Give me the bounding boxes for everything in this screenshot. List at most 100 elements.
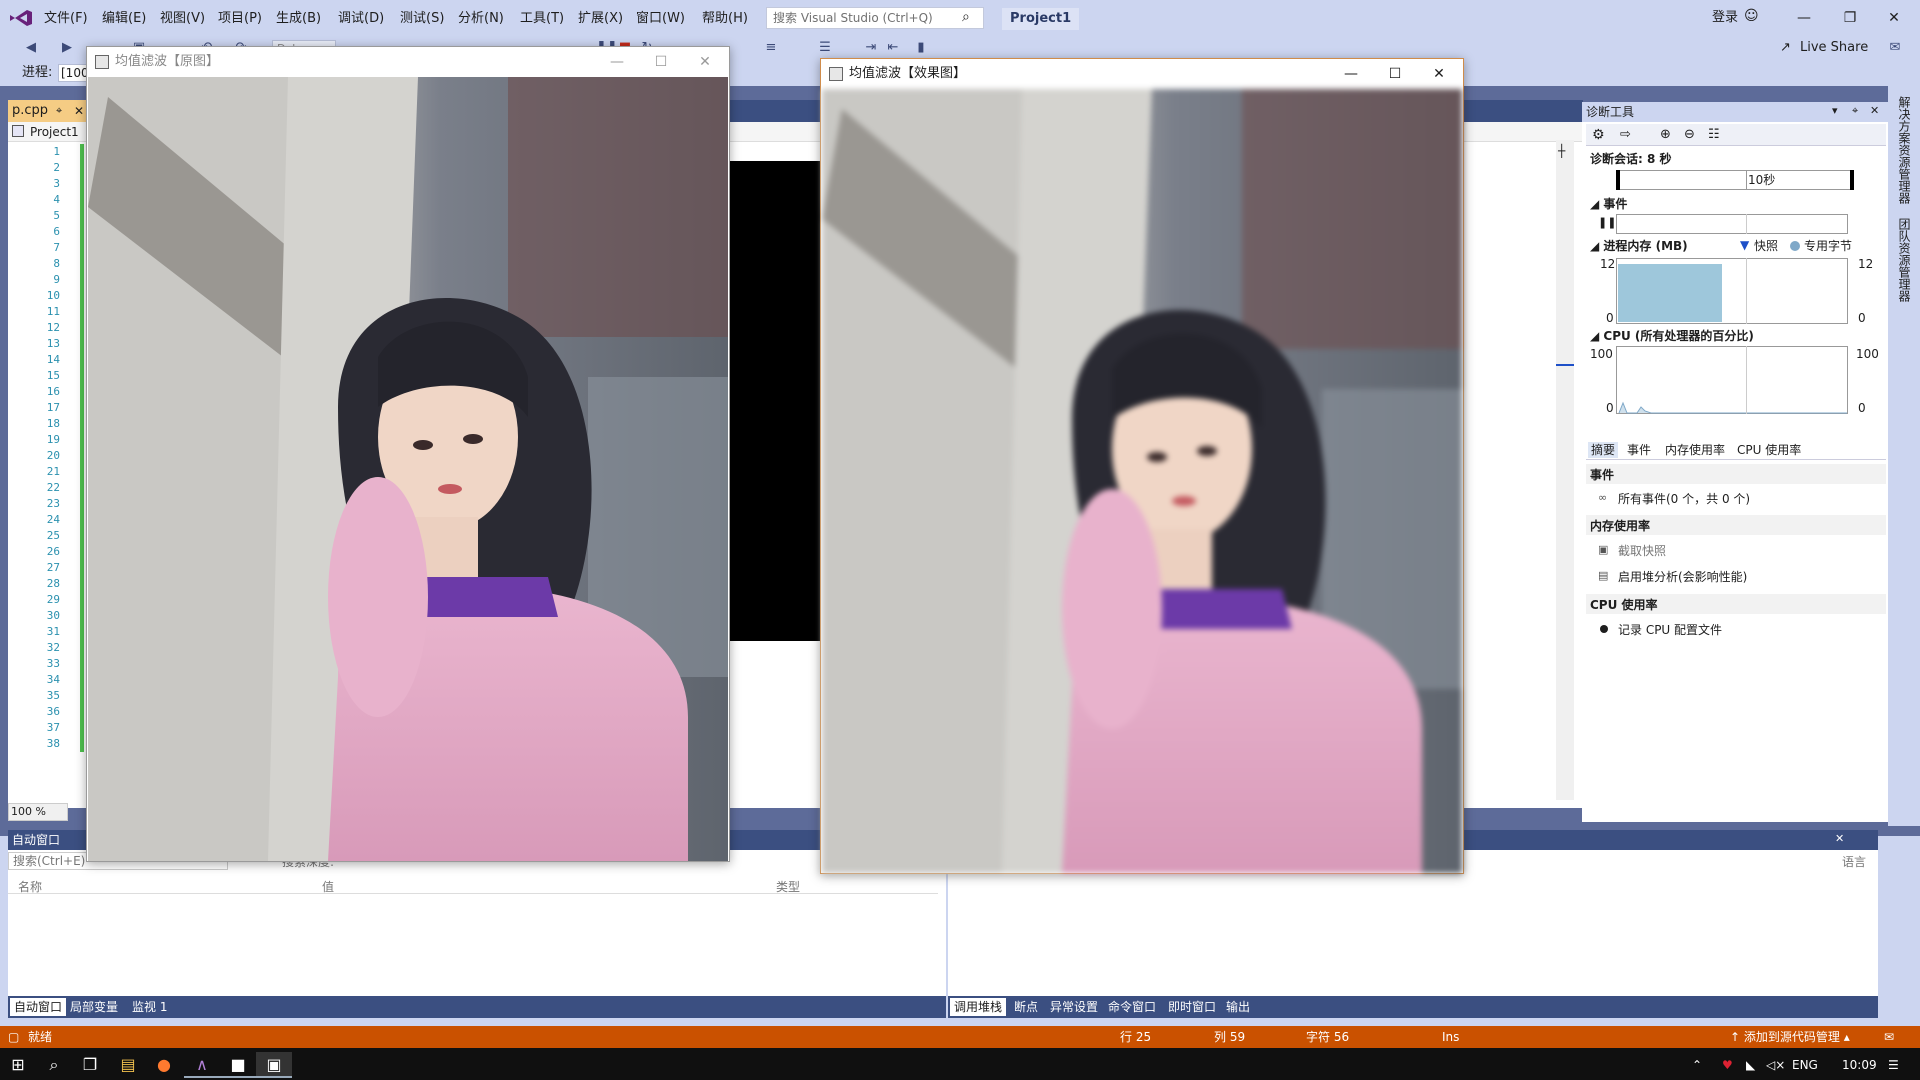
output-panel-tab[interactable]: 输出 [1222,998,1254,1016]
feedback-icon[interactable]: ✉ [1886,39,1904,57]
zoom-dropdown[interactable]: 100 % [8,803,68,821]
menu-item[interactable]: 测试(S) [396,9,448,29]
minimize-icon[interactable]: — [1784,6,1824,30]
volume-icon[interactable]: ◁× [1766,1056,1785,1074]
pause-events-icon[interactable]: ❚❚ [1598,216,1616,229]
forward-icon[interactable]: ▶ [58,39,76,57]
output-panel-tab[interactable]: 异常设置 [1046,998,1102,1016]
input-language[interactable]: ENG [1792,1056,1818,1074]
output-panel-tab[interactable]: 断点 [1010,998,1042,1016]
autos-panel-tab[interactable]: 监视 1 [128,998,171,1016]
show-hidden-icons[interactable]: ⌃ [1692,1056,1702,1074]
all-events-link[interactable]: 所有事件(0 个，共 0 个) [1618,491,1750,507]
file-explorer-icon[interactable]: ▤ [110,1052,146,1078]
search-icon[interactable]: ⌕ [962,9,978,25]
bookmark-icon[interactable]: ▮ [912,39,930,57]
line-number: 7 [53,241,60,254]
visual-studio-logo-icon[interactable] [8,8,34,28]
diag-close-icon[interactable]: ✕ [1870,104,1879,117]
menu-item[interactable]: 帮助(H) [698,9,752,29]
output-panel-tab[interactable]: 命令窗口 [1104,998,1160,1016]
opencv-taskbar-icon[interactable]: ▣ [256,1052,292,1078]
close-icon[interactable]: ✕ [1874,6,1914,30]
editor-vertical-scrollbar[interactable] [1556,140,1574,800]
menu-item[interactable]: 视图(V) [156,9,209,29]
action-center-icon[interactable]: ☰ [1888,1056,1899,1074]
effect-minimize-icon[interactable]: — [1329,59,1373,89]
tab-source-file[interactable]: p.cpp ⌖ ✕ [8,100,88,122]
visual-studio-taskbar-icon[interactable]: ∧ [184,1052,220,1078]
take-snapshot-button[interactable]: 截取快照 [1618,543,1666,559]
original-close-icon[interactable]: ✕ [683,47,727,77]
record-cpu-profile-button[interactable]: 记录 CPU 配置文件 [1618,622,1722,638]
column-value[interactable]: 值 [322,878,334,895]
heap-analysis-toggle[interactable]: 启用堆分析(会影响性能) [1618,569,1747,585]
export-icon[interactable]: ⇨ [1620,127,1631,142]
indent-icon[interactable]: ⇥ [862,39,880,57]
original-image-window[interactable]: 均值滤波【原图】 — ☐ ✕ [86,46,730,862]
team-explorer-tab[interactable]: 团队资源管理器 [1896,218,1913,302]
task-view-icon[interactable]: ❐ [72,1052,108,1078]
network-icon[interactable]: ◣ [1746,1056,1755,1074]
effect-maximize-icon[interactable]: ☐ [1373,59,1417,89]
column-type[interactable]: 类型 [776,878,800,895]
menu-item[interactable]: 调试(D) [334,9,388,29]
nav-project-dropdown[interactable]: Project1 [12,123,79,141]
comment-icon[interactable]: ☰ [816,39,834,57]
menu-item[interactable]: 生成(B) [272,9,325,29]
search-input[interactable]: 搜索 Visual Studio (Ctrl+Q) [766,7,984,29]
autos-panel-tab[interactable]: 自动窗口 [10,998,67,1016]
notifications-icon[interactable]: ✉ [1884,1029,1894,1045]
user-icon[interactable]: ☺ [1744,8,1760,26]
menu-item[interactable]: 项目(P) [214,9,266,29]
chart-icon[interactable]: ☷ [1708,127,1720,142]
cpu-section-header[interactable]: ◢ CPU (所有处理器的百分比) [1590,328,1754,344]
timeline-start-handle[interactable] [1616,170,1620,190]
login-link[interactable]: 登录 [1712,8,1738,28]
timeline-ruler[interactable] [1616,170,1854,190]
autos-panel-tab[interactable]: 局部变量 [66,998,122,1016]
start-icon[interactable]: ⊞ [0,1052,36,1078]
firefox-icon[interactable]: ● [146,1052,182,1078]
taskbar-search-icon[interactable]: ⌕ [36,1052,72,1078]
format-icon[interactable]: ≡ [762,39,780,57]
menu-item[interactable]: 编辑(E) [98,9,150,29]
settings-icon[interactable]: ⚙ [1592,127,1605,143]
tab-close-icon[interactable]: ✕ [74,100,84,122]
diag-tab[interactable]: 内存使用率 [1662,442,1728,458]
dropdown-icon[interactable]: ▾ [1832,104,1838,117]
diag-tab[interactable]: 事件 [1624,442,1654,458]
zoom-out-icon[interactable]: ⊖ [1684,127,1695,142]
timeline-end-handle[interactable] [1850,170,1854,190]
diag-tab[interactable]: CPU 使用率 [1734,442,1804,458]
auto-hide-pin-icon[interactable]: ⌖ [1852,104,1858,118]
effect-close-icon[interactable]: ✕ [1417,59,1461,89]
outdent-icon[interactable]: ⇤ [884,39,902,57]
menu-item[interactable]: 窗口(W) [632,9,689,29]
original-maximize-icon[interactable]: ☐ [639,47,683,77]
solution-explorer-tab[interactable]: 解决方案资源管理器 [1896,96,1913,204]
source-control-button[interactable]: ↑ 添加到源代码管理 ▴ [1730,1029,1850,1045]
pin-icon[interactable]: ⌖ [56,100,62,122]
effect-image-window[interactable]: 均值滤波【效果图】 — ☐ ✕ [820,58,1464,874]
console-taskbar-icon[interactable]: ■ [220,1052,256,1078]
live-share-button[interactable]: ↗ Live Share [1780,38,1868,58]
menu-item[interactable]: 工具(T) [516,9,568,29]
events-section-header[interactable]: ◢ 事件 [1590,196,1627,212]
output-panel-tab[interactable]: 即时窗口 [1164,998,1220,1016]
split-icon[interactable]: ┼ [1558,144,1565,158]
diag-tab[interactable]: 摘要 [1588,442,1619,458]
menu-item[interactable]: 扩展(X) [574,9,627,29]
zoom-in-icon[interactable]: ⊕ [1660,127,1671,142]
memory-section-header[interactable]: ◢ 进程内存 (MB) [1590,238,1688,254]
clock[interactable]: 10:09 [1842,1056,1877,1074]
output-panel-tab[interactable]: 调用堆栈 [950,998,1007,1016]
column-name[interactable]: 名称 [18,878,42,895]
menu-item[interactable]: 分析(N) [454,9,508,29]
restore-icon[interactable]: ❐ [1830,6,1870,30]
app-tray-icon[interactable]: ♥ [1722,1056,1733,1074]
back-icon[interactable]: ◀ [22,39,40,57]
panel-close-icon[interactable]: ✕ [1835,832,1844,845]
menu-item[interactable]: 文件(F) [40,9,92,29]
original-minimize-icon[interactable]: — [595,47,639,77]
